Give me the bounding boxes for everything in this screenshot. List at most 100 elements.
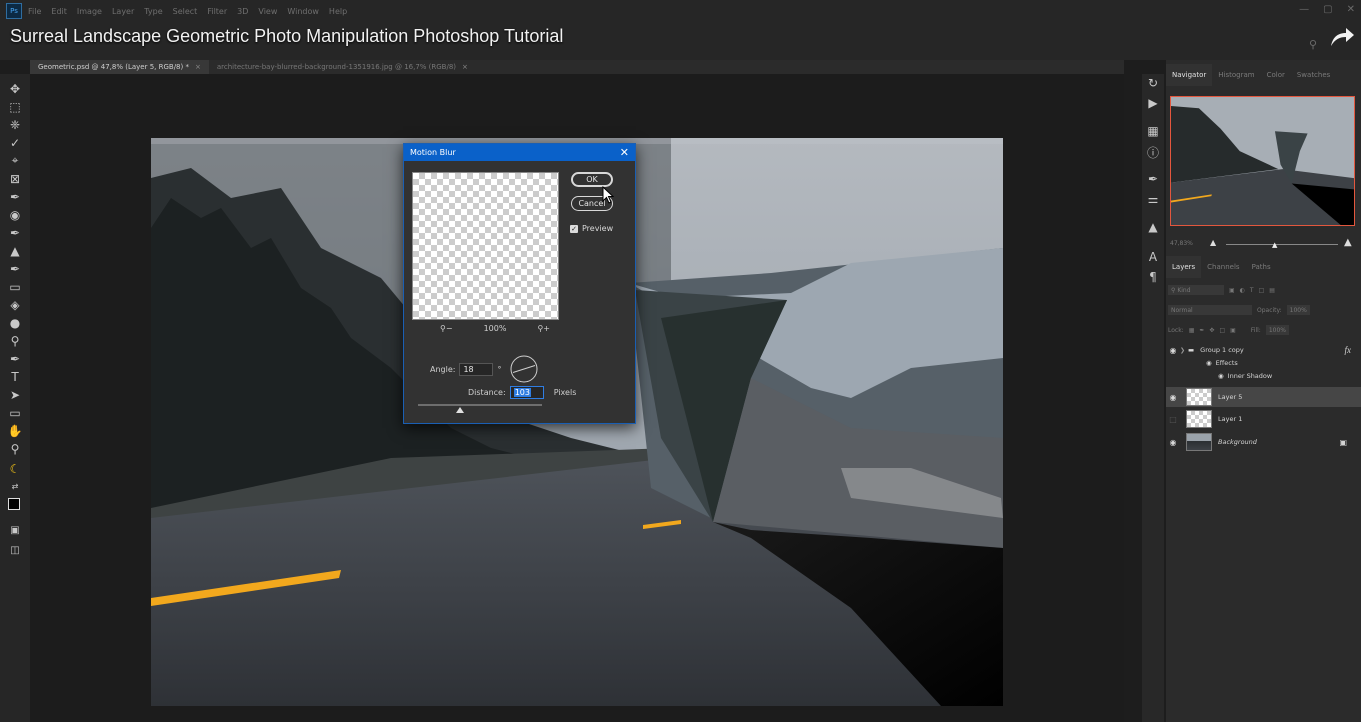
- search-icon[interactable]: ⚲: [1309, 38, 1317, 51]
- lock-all-icon[interactable]: ▣: [1230, 327, 1236, 334]
- menu-select[interactable]: Select: [173, 7, 198, 16]
- type-filter-icon[interactable]: T: [1250, 287, 1254, 294]
- layer-row-layer-1[interactable]: □ Layer 1: [1166, 409, 1361, 429]
- blend-mode-select[interactable]: Normal: [1168, 305, 1252, 315]
- tab-channels[interactable]: Channels: [1201, 256, 1245, 278]
- swap-colors-icon[interactable]: ⇄: [0, 478, 30, 495]
- distance-field[interactable]: 103: [509, 386, 544, 399]
- fill-field[interactable]: 100%: [1265, 325, 1289, 335]
- share-icon[interactable]: [1329, 26, 1355, 48]
- move-tool-icon[interactable]: ✥: [0, 80, 30, 97]
- navigator-zoom-value[interactable]: 47,83%: [1170, 240, 1193, 247]
- lock-icon[interactable]: ▣: [1339, 438, 1347, 447]
- close-window-button[interactable]: ✕: [1347, 4, 1355, 15]
- visibility-toggle[interactable]: □: [1166, 415, 1180, 424]
- navigator-zoom-thumb[interactable]: ▲: [1272, 241, 1277, 249]
- zoom-in-icon[interactable]: ⚲+: [537, 324, 550, 333]
- filter-preview[interactable]: [412, 172, 559, 320]
- tab-paths[interactable]: Paths: [1246, 256, 1277, 278]
- menu-edit[interactable]: Edit: [51, 7, 67, 16]
- menu-help[interactable]: Help: [329, 7, 347, 16]
- eraser-tool-icon[interactable]: ▭: [0, 278, 30, 295]
- frame-tool-icon[interactable]: ⊠: [0, 170, 30, 187]
- edit-toolbar-icon[interactable]: ☾: [0, 460, 30, 477]
- clone-stamp-tool-icon[interactable]: ▲: [0, 242, 30, 259]
- lock-image-icon[interactable]: ✒: [1199, 327, 1204, 334]
- angle-dial-icon[interactable]: [509, 354, 539, 384]
- close-icon[interactable]: ×: [462, 63, 468, 71]
- menu-layer[interactable]: Layer: [112, 7, 134, 16]
- doc-tab-background-jpg[interactable]: architecture-bay-blurred-background-1351…: [209, 60, 476, 74]
- marquee-tool-icon[interactable]: ⬚: [0, 98, 30, 115]
- eye-icon[interactable]: ◉: [1166, 346, 1180, 355]
- path-selection-tool-icon[interactable]: ➤: [0, 386, 30, 403]
- effects-row[interactable]: ◉ Effects: [1166, 356, 1361, 370]
- zoom-out-icon[interactable]: ⚲−: [440, 324, 453, 333]
- lock-artboard-icon[interactable]: □: [1219, 327, 1225, 334]
- actions-panel-icon[interactable]: ▶: [1142, 96, 1164, 110]
- menu-file[interactable]: File: [28, 7, 41, 16]
- rectangle-tool-icon[interactable]: ▭: [0, 404, 30, 421]
- eyedropper-tool-icon[interactable]: ✒: [0, 188, 30, 205]
- brush-tool-icon[interactable]: ✒: [0, 224, 30, 241]
- preview-checkbox-row[interactable]: ✓ Preview: [570, 224, 613, 233]
- tab-histogram[interactable]: Histogram: [1212, 64, 1260, 86]
- paragraph-panel-icon[interactable]: ¶: [1142, 270, 1164, 284]
- zoom-tool-icon[interactable]: ⚲: [0, 440, 30, 457]
- angle-field[interactable]: 18: [459, 362, 494, 376]
- menu-window[interactable]: Window: [287, 7, 319, 16]
- paint-bucket-tool-icon[interactable]: ◈: [0, 296, 30, 313]
- lock-position-icon[interactable]: ✥: [1209, 327, 1214, 334]
- menu-filter[interactable]: Filter: [207, 7, 227, 16]
- ok-button[interactable]: OK: [571, 172, 613, 187]
- zoom-out-mountain-icon[interactable]: ▲: [1210, 238, 1216, 247]
- menu-3d[interactable]: 3D: [237, 7, 248, 16]
- quick-mask-icon[interactable]: ▣: [0, 522, 30, 539]
- blur-tool-icon[interactable]: ●: [0, 314, 30, 331]
- tab-layers[interactable]: Layers: [1166, 256, 1202, 278]
- layer-row-layer-5[interactable]: ◉ Layer 5: [1166, 387, 1361, 407]
- lock-transparent-icon[interactable]: ▦: [1189, 327, 1195, 334]
- info-panel-icon[interactable]: ⓘ: [1142, 144, 1164, 161]
- distance-slider-thumb[interactable]: [456, 407, 464, 413]
- clone-source-panel-icon[interactable]: ▲: [1142, 220, 1164, 234]
- adjustment-filter-icon[interactable]: ◐: [1240, 287, 1245, 294]
- navigator-preview[interactable]: [1170, 96, 1355, 226]
- minimize-button[interactable]: —: [1299, 4, 1309, 15]
- lasso-tool-icon[interactable]: ❈: [0, 116, 30, 133]
- history-panel-icon[interactable]: ↻: [1142, 76, 1164, 90]
- foreground-color-swatch[interactable]: [8, 498, 20, 510]
- type-tool-icon[interactable]: T: [0, 368, 30, 385]
- eye-icon[interactable]: ◉: [1206, 359, 1212, 367]
- screen-mode-icon[interactable]: ◫: [0, 542, 30, 559]
- hand-tool-icon[interactable]: ✋: [0, 422, 30, 439]
- eye-icon[interactable]: ◉: [1166, 393, 1180, 402]
- pixel-filter-icon[interactable]: ▣: [1229, 287, 1235, 294]
- eye-icon[interactable]: ◉: [1218, 372, 1224, 380]
- libraries-panel-icon[interactable]: ▦: [1142, 124, 1164, 138]
- dodge-tool-icon[interactable]: ⚲: [0, 332, 30, 349]
- tab-swatches[interactable]: Swatches: [1291, 64, 1336, 86]
- navigator-zoom-slider[interactable]: [1226, 244, 1338, 245]
- inner-shadow-row[interactable]: ◉ Inner Shadow: [1166, 369, 1361, 383]
- close-icon[interactable]: ×: [195, 63, 201, 71]
- distance-slider[interactable]: [418, 404, 542, 406]
- tab-navigator[interactable]: Navigator: [1166, 64, 1213, 86]
- menu-view[interactable]: View: [258, 7, 277, 16]
- zoom-in-mountain-icon[interactable]: ▲: [1344, 237, 1352, 248]
- maximize-button[interactable]: ▢: [1323, 4, 1332, 15]
- crop-tool-icon[interactable]: ⌖: [0, 152, 30, 169]
- doc-tab-geometric[interactable]: Geometric.psd @ 47,8% (Layer 5, RGB/8) *…: [30, 60, 209, 74]
- shape-filter-icon[interactable]: □: [1259, 287, 1265, 294]
- adjustments-panel-icon[interactable]: ⚌: [1142, 192, 1164, 206]
- history-brush-tool-icon[interactable]: ✒: [0, 260, 30, 277]
- chevron-right-icon[interactable]: ❯: [1180, 347, 1188, 354]
- close-icon[interactable]: ✕: [620, 146, 629, 159]
- character-panel-icon[interactable]: A: [1142, 250, 1164, 264]
- eye-icon[interactable]: ◉: [1166, 438, 1180, 447]
- preview-checkbox[interactable]: ✓: [570, 224, 578, 233]
- menu-image[interactable]: Image: [77, 7, 102, 16]
- healing-brush-tool-icon[interactable]: ◉: [0, 206, 30, 223]
- fx-badge[interactable]: fx: [1345, 345, 1352, 355]
- layer-row-background[interactable]: ◉ Background ▣: [1166, 432, 1361, 452]
